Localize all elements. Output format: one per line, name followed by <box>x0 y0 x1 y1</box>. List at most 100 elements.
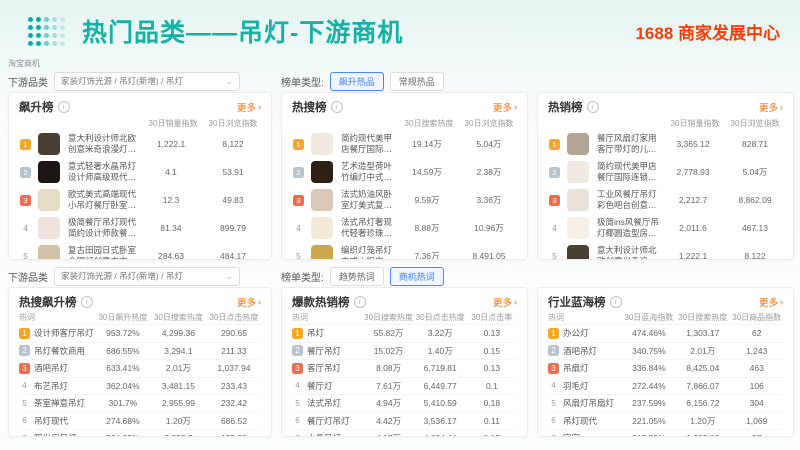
table-row[interactable]: 1吊灯55.82万3.22万0.13 <box>292 324 517 342</box>
table-row[interactable]: 7水晶吊灯4.17万4,634.440.15 <box>292 429 517 437</box>
column-header: 30日浏览指数 <box>461 118 517 129</box>
product-row[interactable]: 1简约现代美甲店餐厅国际连锁吊灯店铺商用灯创意个性球形树藤灯具19.14万5.0… <box>292 130 517 158</box>
column-header: 30日搜索热度 <box>150 312 207 323</box>
product-row[interactable]: 4法式吊灯奢现代轻奢珍珠玻璃2024年新款餐厅卧室餐厅奶油风灯具8.88万10.… <box>292 214 517 242</box>
product-row[interactable]: 2简约现代美甲店餐厅国际连锁吊灯店铺商用灯创意个性球形树藤灯具2,778.935… <box>548 158 783 186</box>
column-header: 30日销量指数 <box>145 118 201 129</box>
table-row[interactable]: 4布艺吊灯362.04%3,481.15233.43 <box>19 377 261 395</box>
metric-value: 237.59% <box>623 398 676 408</box>
metric-value: 2,011.6 <box>665 223 721 233</box>
table-row[interactable]: 3客厅吊灯8.08万6,719.810.13 <box>292 359 517 377</box>
product-row[interactable]: 3工业风餐厅吊灯彩色吧台创意火锅店茶室铺超市单头羽毛灯理发店灯罩2,212.78… <box>548 186 783 214</box>
column-header: 30日点击热度 <box>414 312 467 323</box>
keyword-cell: 3吊扇灯 <box>548 362 623 374</box>
more-link-search-soar[interactable]: 更多› <box>237 295 261 309</box>
info-icon[interactable]: i <box>587 101 599 113</box>
table-row[interactable]: 2酒吧吊灯340.75%2.01万1,243 <box>548 342 783 360</box>
metric-value: 0.11 <box>467 416 517 426</box>
metric-value: 272.44% <box>623 381 676 391</box>
product-thumbnail <box>311 217 333 239</box>
product-row[interactable]: 5意大利设计师北欧创意米奇浪漫灯餐厅客厅卧室混搭式楼梯纱玻璃吊灯1,222.18… <box>548 242 783 260</box>
metric-value: 8.08万 <box>363 362 413 374</box>
tab-trend-keywords[interactable]: 趋势热词 <box>330 267 384 286</box>
taobao-opportunity-tag: 淘宝商机 <box>0 54 800 70</box>
more-link-blue-ocean[interactable]: 更多› <box>759 295 783 309</box>
page-header: 热门品类——吊灯-下游商机 1688 商家发展中心 <box>0 0 800 54</box>
rank-badge: 3 <box>548 363 559 374</box>
info-icon[interactable]: i <box>58 101 70 113</box>
category-select-bottom[interactable]: 家装灯饰光源 / 吊灯(新增) / 吊灯 ⌄ <box>54 267 240 286</box>
column-header: 30日搜索热度 <box>675 312 730 323</box>
rank-badge: 5 <box>548 399 559 408</box>
product-row[interactable]: 3欧式美式高端现代小吊灯餐厅卧室创意个性北欧玉石水晶复古灯具12.349.83 <box>19 186 261 214</box>
tab-regular-hot-items[interactable]: 常规热品 <box>390 72 444 91</box>
category-select-top[interactable]: 家装灯饰光源 / 吊灯(新增) / 吊灯 ⌄ <box>54 72 240 91</box>
more-link-soaring[interactable]: 更多› <box>237 100 261 114</box>
product-row[interactable]: 2艺术造型荷叶竹编灯中式茶室民宿禅意灯日式餐厅民宿酒店竹艺吊灯14.59万2.3… <box>292 158 517 186</box>
more-link-burst-sale[interactable]: 更多› <box>493 295 517 309</box>
metric-value: 7,866.07 <box>675 381 730 391</box>
product-row[interactable]: 4极简餐厅吊灯现代简约设计师款餐桌吧台射灯创意轻奢一字长条灯具81.34899.… <box>19 214 261 242</box>
table-row[interactable]: 6吊灯现代221.05%1.20万1,069 <box>548 412 783 430</box>
rank-type-tabs-bottom: 趋势热词 商机热词 <box>330 267 444 286</box>
rank-badge: 3 <box>20 195 31 206</box>
logo-dot <box>52 33 57 38</box>
product-title: 编织灯笼吊灯中式火锅店饭店餐馆竹艺灯店铺商用民宿茶室日式灯具 <box>341 245 393 260</box>
table-row[interactable]: 7宜家215.55%1,202.0957 <box>548 429 783 437</box>
table-row[interactable]: 1设计师客厅吊灯953.72%4,299.36290.65 <box>19 324 261 342</box>
keyword-cell: 7宜家 <box>548 432 623 437</box>
table-header-row: 热词30日搜索热度30日点击热度30日点击率 <box>292 310 517 324</box>
table-row[interactable]: 7阳光房吊灯234.85%2,222.7135.88 <box>19 429 261 437</box>
product-row[interactable]: 5复古田园日式卧室全铜灯创意中古vintage法式客厅布艺纱珊瑚吊灯284.63… <box>19 242 261 260</box>
table-row[interactable]: 4羽毛灯272.44%7,866.07106 <box>548 377 783 395</box>
metric-value: 1,222.1 <box>665 251 721 260</box>
downstream-category-label: 下游品类 <box>8 269 48 284</box>
metric-value: 8,491.05 <box>461 251 517 260</box>
info-icon[interactable]: i <box>354 296 366 308</box>
metric-value: 1,303.17 <box>675 328 730 338</box>
keyword-label: 餐厅吊灯 <box>307 345 341 357</box>
info-icon[interactable]: i <box>81 296 93 308</box>
table-row[interactable]: 6餐厅灯吊灯4.42万3,536.170.11 <box>292 412 517 430</box>
table-row[interactable]: 1办公灯474.46%1,303.1762 <box>548 324 783 342</box>
keyword-cell: 6吊灯现代 <box>548 415 623 427</box>
keyword-label: 吊灯现代 <box>34 415 68 427</box>
product-title: 法式吊灯奢现代轻奢珍珠玻璃2024年新款餐厅卧室餐厅奶油风灯具 <box>341 217 393 238</box>
product-thumbnail <box>567 245 589 260</box>
table-row[interactable]: 5茶室禅意吊灯301.7%2,955.99232.42 <box>19 394 261 412</box>
product-row[interactable]: 4极简ins风餐厅吊灯椰圆造型房檐吧台灯创意个性设计师日式侘寂风2,011.64… <box>548 214 783 242</box>
more-link-hot-sale[interactable]: 更多› <box>759 100 783 114</box>
table-row[interactable]: 2吊灯餐饮商用686.55%3,294.1211.33 <box>19 342 261 360</box>
tab-opportunity-keywords[interactable]: 商机热词 <box>390 267 444 286</box>
metric-value: 5,410.59 <box>414 398 467 408</box>
rank-badge: 5 <box>548 251 561 260</box>
table-row[interactable]: 3吊扇灯336.84%8,425.04463 <box>548 359 783 377</box>
rank-type-label: 榜单类型: <box>281 269 324 284</box>
product-row[interactable]: 5编织灯笼吊灯中式火锅店饭店餐馆竹艺灯店铺商用民宿茶室日式灯具7.36万8,49… <box>292 242 517 260</box>
metric-value: 0.15 <box>467 346 517 356</box>
metric-value: 1,037.94 <box>207 363 261 373</box>
table-row[interactable]: 2餐厅吊灯15.02万1.40万0.15 <box>292 342 517 360</box>
rank-badge: 6 <box>19 416 30 425</box>
product-row[interactable]: 3法式奶油风卧室灯美式复古水晶吊灯2024新款餐厅主卧餐厅中山灯具9.59万3.… <box>292 186 517 214</box>
product-row[interactable]: 1意大利设计师北欧创意米奇浪漫灯餐厅客厅卧室混搭式楼梯纱玻璃吊灯1,222.18… <box>19 130 261 158</box>
table-row[interactable]: 4餐厅灯7.61万6,449.770.1 <box>292 377 517 395</box>
rank-badge: 5 <box>292 399 303 408</box>
burst-sale-keyword-table: 热词30日搜索热度30日点击热度30日点击率1吊灯55.82万3.22万0.13… <box>292 310 517 437</box>
product-row[interactable]: 1餐厅风扇灯家用客厅带灯的儿童电扇小型卧室北欧吸顶灯3,365.12828.71 <box>548 130 783 158</box>
metric-value: 49.83 <box>205 195 261 205</box>
table-row[interactable]: 6吊灯现代274.68%1.20万686.52 <box>19 412 261 430</box>
chevron-right-icon: › <box>514 102 517 112</box>
product-row[interactable]: 2意式轻奢水晶吊灯设计师高级现代餐厅灯创意大气别墅豪宅酒店餐厅灯4.153.91 <box>19 158 261 186</box>
keyword-label: 风扇灯吊扇灯 <box>563 397 614 409</box>
table-row[interactable]: 3酒吧吊灯633.41%2.01万1,037.94 <box>19 359 261 377</box>
info-icon[interactable]: i <box>610 296 622 308</box>
tab-soaring-hot-items[interactable]: 飙升热品 <box>330 72 384 91</box>
more-link-hot-search[interactable]: 更多› <box>493 100 517 114</box>
table-row[interactable]: 5风扇灯吊扇灯237.59%6,156.72304 <box>548 394 783 412</box>
metric-value: 232.42 <box>207 398 261 408</box>
keyword-cell: 6餐厅灯吊灯 <box>292 415 363 427</box>
metric-value: 2,955.99 <box>150 398 207 408</box>
info-icon[interactable]: i <box>331 101 343 113</box>
table-row[interactable]: 5法式吊灯4.94万5,410.590.18 <box>292 394 517 412</box>
